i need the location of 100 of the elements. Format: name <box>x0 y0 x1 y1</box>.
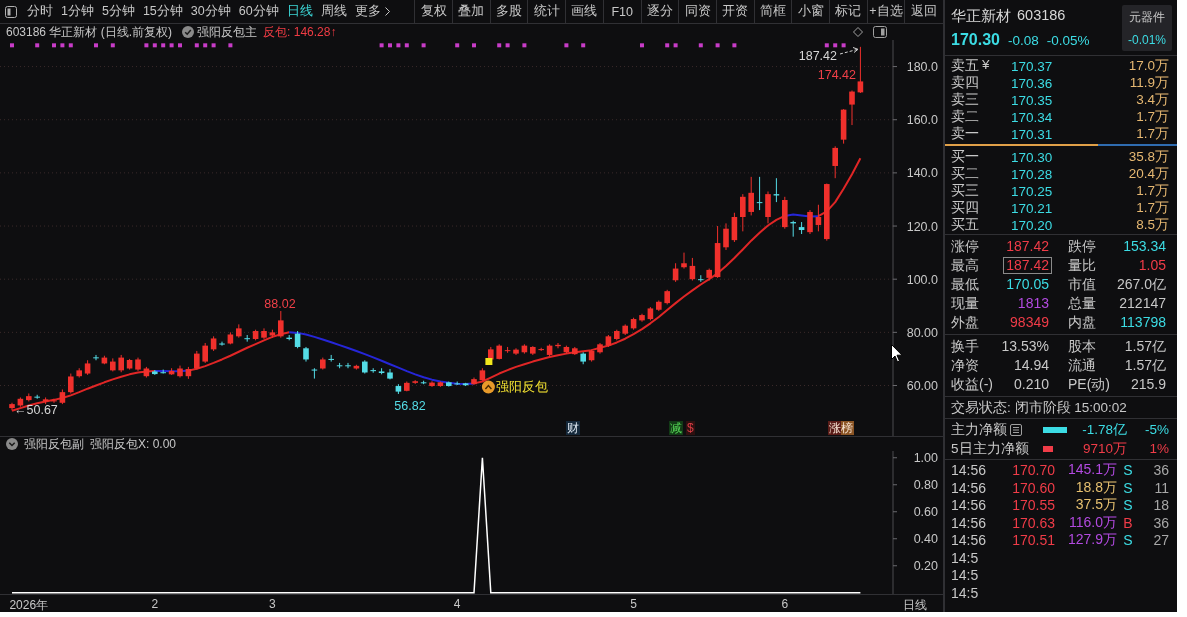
toolbar-button[interactable]: 返回 <box>905 0 943 23</box>
period-tab[interactable]: 60分钟 <box>234 0 283 23</box>
tick-price: 170.63 <box>1011 514 1055 531</box>
panel-toggle-icon[interactable] <box>873 26 887 38</box>
indicator-name[interactable]: 强阳反包主 <box>197 23 258 41</box>
tick-side: B <box>1122 514 1134 531</box>
candle <box>462 382 469 387</box>
period-tab[interactable]: 周线 <box>316 0 351 23</box>
sidebar-toggle-icon[interactable] <box>5 5 17 18</box>
toolbar-button[interactable]: 统计 <box>528 0 567 23</box>
stat-label: 流通 <box>1068 356 1096 375</box>
stat-label: 股本 <box>1068 337 1096 356</box>
order-price: 170.20 <box>1011 217 1054 233</box>
toolbar-button[interactable]: 复权 <box>415 0 454 23</box>
check-circle-icon[interactable] <box>182 26 195 38</box>
date-axis-label: 3 <box>269 597 276 611</box>
toolbar-button[interactable]: 小窗 <box>792 0 830 23</box>
period-tab[interactable]: 1分钟 <box>57 0 98 23</box>
indicator-pane-title[interactable]: 强阳反包副 <box>24 435 84 453</box>
candle <box>723 222 729 251</box>
toolbar-button[interactable]: 叠加 <box>453 0 491 23</box>
order-volume: 1.7万 <box>1135 199 1169 217</box>
toolbar-button[interactable]: 同资 <box>679 0 717 23</box>
event-tag[interactable]: 减 <box>669 421 683 435</box>
candle <box>143 366 150 379</box>
date-axis-label: 2026年 <box>9 597 49 612</box>
toolbar-button[interactable]: 画线 <box>566 0 604 23</box>
list-icon[interactable] <box>1010 423 1022 436</box>
tick-volume: 116.0万 <box>1068 513 1117 532</box>
tick-volume: 145.1万 <box>1066 461 1117 479</box>
flow-bar-icon <box>1043 445 1053 452</box>
toolbar-button[interactable]: 简框 <box>754 0 793 23</box>
toolbar-button[interactable]: 标记 <box>829 0 868 23</box>
order-level-label: 卖一 <box>951 125 979 143</box>
candle <box>622 323 628 336</box>
stat-value: 212147 <box>1118 295 1167 312</box>
event-tag[interactable]: 涨榜 <box>828 421 854 435</box>
more-button[interactable]: 更多 <box>350 0 394 23</box>
candle <box>252 329 259 341</box>
toolbar-button[interactable]: 逐分 <box>641 0 680 23</box>
diamond-icon[interactable] <box>853 27 863 37</box>
candle <box>84 359 91 376</box>
order-volume: 17.0万 <box>1127 57 1169 75</box>
toolbar-button[interactable]: F10 <box>603 0 642 23</box>
candle <box>580 351 586 365</box>
period-tab[interactable]: 15分钟 <box>138 0 187 23</box>
currency-marker: ¥ <box>982 57 990 74</box>
candle <box>446 381 452 388</box>
tick-price: 170.60 <box>1011 479 1055 496</box>
candle <box>118 354 124 373</box>
price-annotation: 56.82 <box>394 399 426 413</box>
tick-count: 11 <box>1153 479 1169 496</box>
event-tag[interactable]: $ <box>686 421 695 435</box>
order-price: 170.30 <box>1011 149 1054 165</box>
chevron-circle-icon[interactable] <box>6 438 18 450</box>
tick-side: S <box>1122 462 1134 478</box>
candle <box>756 176 763 211</box>
candle <box>126 358 133 371</box>
period-tab[interactable]: 分时 <box>23 0 57 23</box>
stat-label: 跌停 <box>1068 237 1096 256</box>
candle <box>656 299 662 312</box>
price-axis-label: 100.0 <box>906 272 938 287</box>
stat-value: 1.57亿 <box>1123 338 1167 355</box>
order-price: 170.36 <box>1011 75 1054 91</box>
candle <box>672 262 679 283</box>
tick-volume: 37.5万 <box>1074 496 1117 515</box>
order-price: 170.28 <box>1011 166 1054 182</box>
stat-value: 0.210 <box>1012 376 1050 393</box>
sector-card[interactable]: 元器件 -0.01% <box>1122 5 1172 51</box>
stat-label: PE(动) <box>1068 375 1110 394</box>
period-tab[interactable]: 30分钟 <box>186 0 235 23</box>
candle <box>740 193 746 232</box>
candle <box>26 393 32 402</box>
candle <box>168 367 175 376</box>
flow-percent: -5% <box>1144 422 1169 437</box>
indicator-axis-label: 0.40 <box>913 532 938 547</box>
stat-label: 市值 <box>1068 275 1096 294</box>
toolbar-button[interactable]: 多股 <box>490 0 529 23</box>
period-tab[interactable]: 5分钟 <box>97 0 139 23</box>
stat-value: 215.9 <box>1129 376 1167 393</box>
stat-value: 1.57亿 <box>1123 357 1167 374</box>
indicator-value: 强阳反包X: 0.00 <box>90 435 177 453</box>
order-price: 170.31 <box>1011 126 1054 142</box>
event-tag[interactable]: 财 <box>566 421 580 435</box>
signal-label: 强阳反包 <box>496 380 549 394</box>
candle <box>782 196 788 230</box>
period-tab[interactable]: 日线 <box>282 0 317 23</box>
order-price: 170.34 <box>1011 109 1054 125</box>
tick-time: 14:5 <box>951 584 980 601</box>
candle <box>68 373 74 394</box>
order-volume: 1.7万 <box>1135 108 1169 126</box>
stat-value: 267.0亿 <box>1115 276 1167 293</box>
candle <box>832 145 838 179</box>
tick-time: 14:56 <box>951 497 988 514</box>
toolbar-button[interactable]: +自选 <box>867 0 906 23</box>
tick-volume: 18.8万 <box>1074 478 1117 497</box>
stat-label: 最高 <box>951 256 979 275</box>
candle <box>689 257 696 281</box>
candle <box>824 183 830 242</box>
toolbar-button[interactable]: 开资 <box>716 0 755 23</box>
